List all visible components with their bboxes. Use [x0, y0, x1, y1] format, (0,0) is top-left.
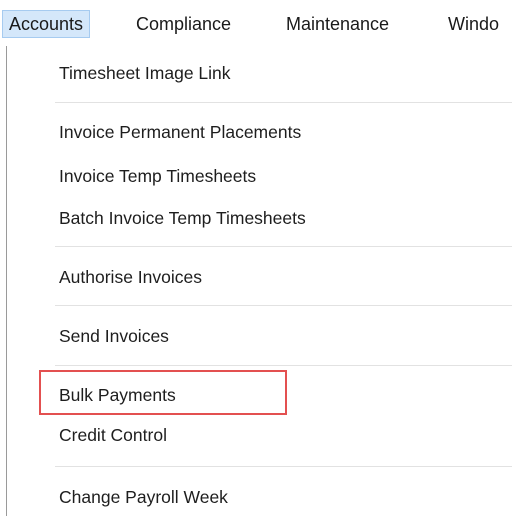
menu-separator [55, 365, 512, 366]
menu-bar: Accounts Compliance Maintenance Windo [0, 0, 512, 46]
menu-window[interactable]: Windo [442, 10, 505, 38]
menu-item-timesheet-image-link[interactable]: Timesheet Image Link [59, 60, 231, 86]
menu-item-batch-invoice-temp-timesheets[interactable]: Batch Invoice Temp Timesheets [59, 205, 306, 231]
menu-item-invoice-temp-timesheets[interactable]: Invoice Temp Timesheets [59, 163, 256, 189]
menu-accounts[interactable]: Accounts [2, 10, 91, 38]
menu-separator [55, 246, 512, 247]
menu-item-send-invoices[interactable]: Send Invoices [59, 323, 169, 349]
bulk-payments-highlight-box [39, 370, 287, 415]
menu-compliance[interactable]: Compliance [130, 10, 237, 38]
menu-separator [55, 102, 512, 103]
menu-item-credit-control[interactable]: Credit Control [59, 422, 167, 448]
menu-separator [55, 305, 512, 306]
accounts-dropdown-menu: Timesheet Image Link Invoice Permanent P… [6, 46, 512, 516]
menu-item-invoice-permanent-placements[interactable]: Invoice Permanent Placements [59, 119, 301, 145]
menu-maintenance[interactable]: Maintenance [280, 10, 395, 38]
menu-item-authorise-invoices[interactable]: Authorise Invoices [59, 264, 202, 290]
menu-item-change-payroll-week[interactable]: Change Payroll Week [59, 484, 228, 510]
menu-separator [55, 466, 512, 467]
